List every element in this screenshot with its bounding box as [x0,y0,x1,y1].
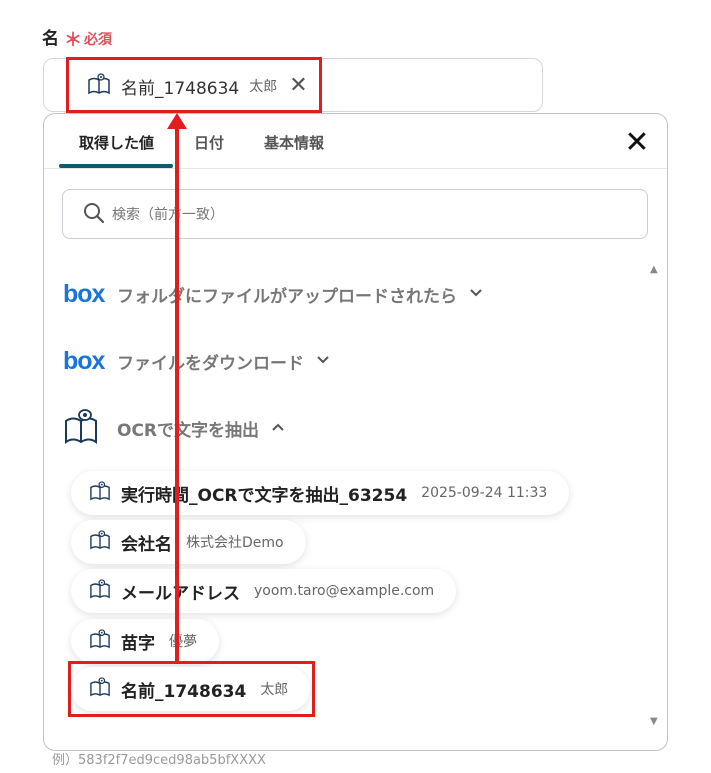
tab-basic-info[interactable]: 基本情報 [264,132,324,153]
item-name: メールアドレス [121,583,240,604]
group-title: OCRで文字を抽出 [117,420,260,441]
annotation-arrow-head [167,113,187,129]
box-logo: box [63,346,105,375]
book-icon [89,530,111,554]
book-icon [89,579,111,603]
close-icon[interactable]: ✕ [624,128,650,158]
scroll-down-arrow[interactable]: ▼ [650,716,658,727]
tab-acquired-values[interactable]: 取得した値 [79,132,154,153]
item-value: yoom.taro@example.com [254,583,435,599]
item-value: 優夢 [169,634,197,650]
group-file-download[interactable]: box ファイルをダウンロード [63,343,330,379]
group-title: フォルダにファイルがアップロードされたら [117,286,457,307]
chevron-up-icon [271,420,285,436]
chevron-down-icon [316,353,330,369]
item-name: 会社名 [121,534,172,555]
group-title: ファイルをダウンロード [117,353,304,374]
search-placeholder: 検索（前方一致） [112,207,224,223]
chevron-down-icon [469,286,483,302]
item-value: 株式会社Demo [186,535,284,551]
required-text: 必須 [84,32,112,48]
scroll-up-arrow[interactable]: ▲ [650,264,658,275]
item-name: 苗字 [121,633,155,654]
search-icon [83,202,105,228]
field-label: 名 [42,29,59,49]
field-hint: 例）583f2f7ed9ced98ab5bfXXXX [52,753,266,768]
list-item[interactable]: メールアドレス yoom.taro@example.com [71,569,457,613]
required-mark: ＊ [64,30,82,51]
book-eye-icon [63,407,101,449]
book-icon [89,629,111,653]
annotation-box-source [68,661,315,717]
tab-divider [44,168,667,169]
book-icon [89,481,111,505]
annotation-arrow-line [175,126,179,663]
group-folder-upload[interactable]: box フォルダにファイルがアップロードされたら [63,276,483,312]
list-item[interactable]: 実行時間_OCRで文字を抽出_63254 2025-09-24 11:33 [71,471,570,515]
required-badge: ＊必須 [64,26,112,52]
list-item[interactable]: 会社名 株式会社Demo [71,520,306,564]
annotation-box-target [66,57,322,113]
item-value: 2025-09-24 11:33 [421,485,548,501]
list-item[interactable]: 苗字 優夢 [71,619,219,663]
box-logo: box [63,279,105,308]
tab-date[interactable]: 日付 [194,132,224,153]
item-name: 実行時間_OCRで文字を抽出_63254 [121,485,408,506]
